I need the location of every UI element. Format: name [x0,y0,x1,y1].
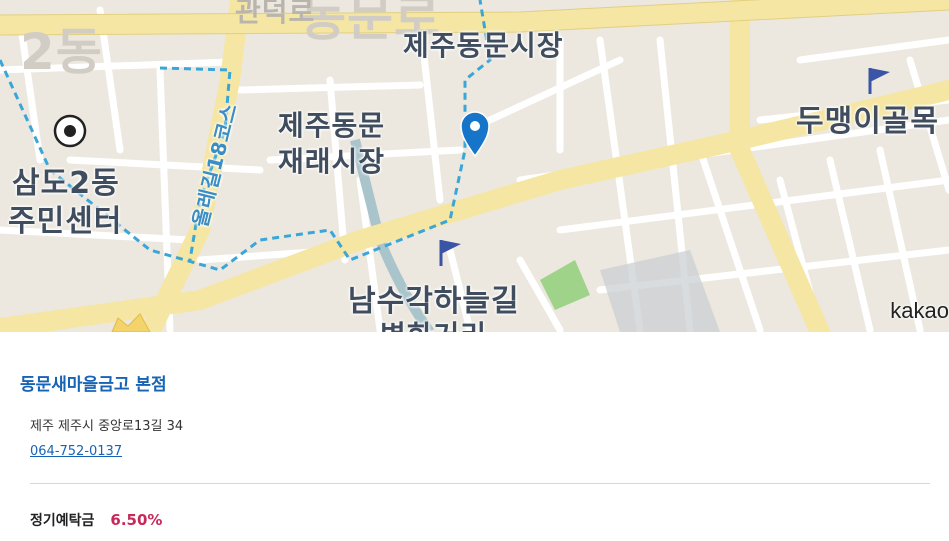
map-label-samdo-line2: 주민센터 [8,204,123,239]
branch-address: 제주 제주시 중앙로13길 34 [30,419,184,434]
map-label-road-cut: 관덕로 [235,0,316,28]
branch-info: 동문새마을금고 본점 제주 제주시 중앙로13길 34 064-752-0137… [0,332,949,530]
map-label-market2-line2: 재래시장 [278,145,386,178]
map-label-mural: 벽화거리 [380,314,487,332]
rate-label: 정기예탁금 [30,513,95,529]
map-label-market2-line1: 제주동문 [278,109,386,142]
map-label-dumaengi: 두맹이골목 [796,104,939,139]
map-label-market: 제주동문시장 [403,29,564,62]
divider [30,483,930,484]
map-view[interactable]: 2동 동문로 관덕로 제주동문시장 제주동문 재래시장 삼도2동 주민센터 올레… [0,0,949,332]
rate-value: 6.50% [110,511,163,529]
branch-name: 동문새마을금고 본점 [20,375,167,395]
phone-link[interactable]: 064-752-0137 [30,444,122,459]
map-label-district: 2동 [20,23,103,81]
kakao-logo: kakao [890,298,949,323]
target-icon [53,114,87,148]
rate-row: 정기예탁금 6.50% [30,510,929,530]
